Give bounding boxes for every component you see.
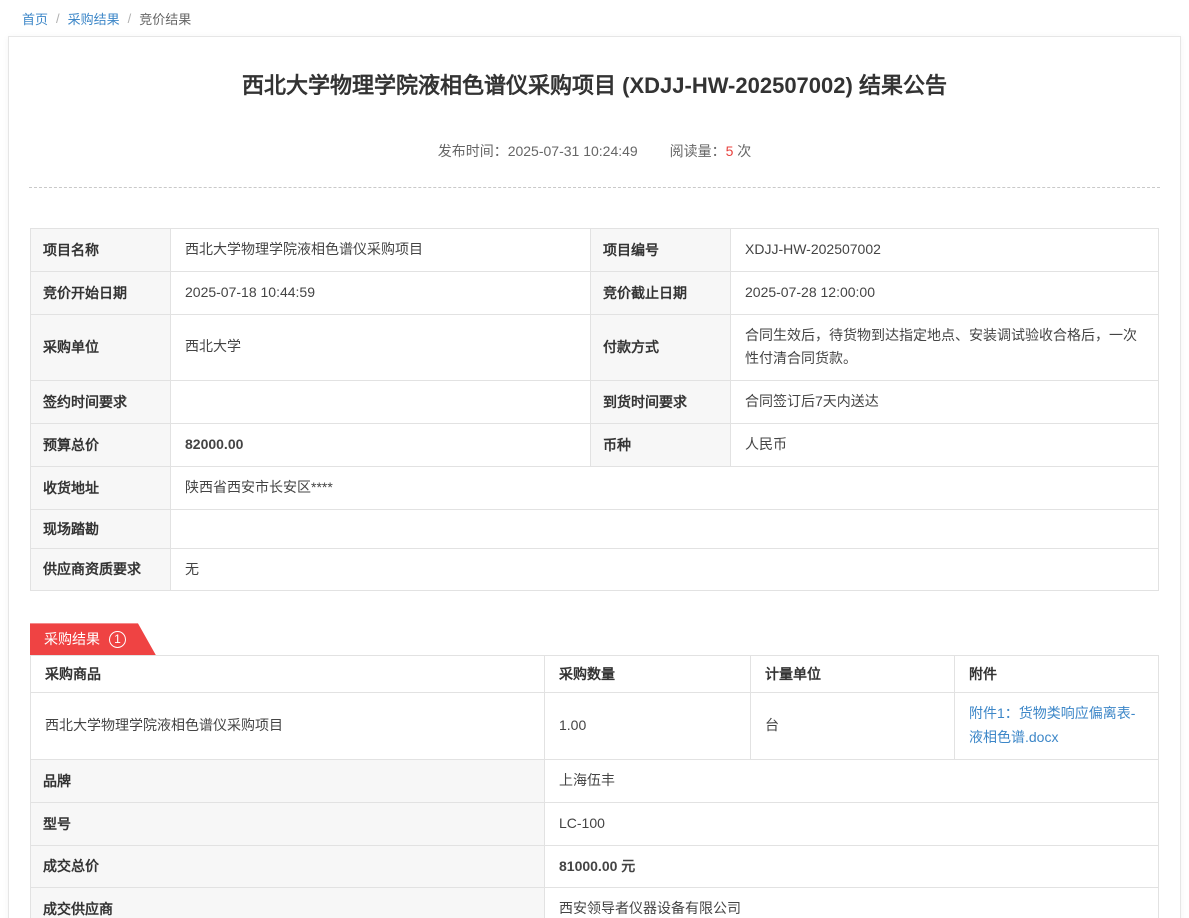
breadcrumb-separator: / [128,11,132,26]
header-divider [29,187,1160,188]
field-label: 采购单位 [31,314,171,381]
field-value: 合同签订后7天内送达 [731,381,1159,424]
views-count: 5 [726,143,734,159]
publish-time: 发布时间：2025-07-31 10:24:49 [438,143,638,159]
product-name: 西北大学物理学院液相色谱仪采购项目 [31,693,545,760]
table-row: 品牌 上海伍丰 [31,759,1159,802]
table-row: 预算总价 82000.00 币种 人民币 [31,423,1159,466]
field-value: 西北大学物理学院液相色谱仪采购项目 [171,229,591,272]
field-label: 预算总价 [31,423,171,466]
field-value: XDJJ-HW-202507002 [731,229,1159,272]
table-row: 供应商资质要求 无 [31,548,1159,591]
views: 阅读量：5 次 [670,143,752,159]
breadcrumb-separator: / [56,11,60,26]
purchase-result-tab-bar: 采购结果 1 [30,623,1159,655]
field-value: 陕西省西安市长安区**** [171,466,1159,509]
final-price-value: 81000.00 元 [545,845,1159,888]
purchase-result-tab-label: 采购结果 [44,629,100,649]
purchase-result-tab: 采购结果 1 [30,623,156,655]
supplier-value: 西安领导者仪器设备有限公司 [545,888,1159,918]
breadcrumb-home[interactable]: 首页 [22,9,48,28]
table-row: 签约时间要求 到货时间要求 合同签订后7天内送达 [31,381,1159,424]
breadcrumb: 首页 / 采购结果 / 竞价结果 [0,0,1189,36]
table-row: 成交总价 81000.00 元 [31,845,1159,888]
field-value: 西北大学 [171,314,591,381]
attachment-link[interactable]: 附件1：货物类响应偏离表-液相色谱.docx [969,705,1135,745]
field-label: 项目编号 [591,229,731,272]
field-label: 到货时间要求 [591,381,731,424]
purchase-result-table: 采购商品 采购数量 计量单位 附件 西北大学物理学院液相色谱仪采购项目 1.00… [30,655,1159,918]
field-label: 付款方式 [591,314,731,381]
project-info-table: 项目名称 西北大学物理学院液相色谱仪采购项目 项目编号 XDJJ-HW-2025… [30,228,1159,591]
field-label: 币种 [591,423,731,466]
column-header: 采购商品 [31,656,545,693]
product-row: 西北大学物理学院液相色谱仪采购项目 1.00 台 附件1：货物类响应偏离表-液相… [31,693,1159,760]
field-value: 2025-07-18 10:44:59 [171,271,591,314]
product-unit: 台 [751,693,955,760]
field-value [171,509,1159,548]
field-label: 成交总价 [31,845,545,888]
publish-meta: 发布时间：2025-07-31 10:24:49 阅读量：5 次 [29,141,1160,161]
column-header: 采购数量 [545,656,751,693]
publish-time-label: 发布时间： [438,143,508,159]
table-row: 采购单位 西北大学 付款方式 合同生效后，待货物到达指定地点、安装调试验收合格后… [31,314,1159,381]
field-value: 2025-07-28 12:00:00 [731,271,1159,314]
field-value [171,381,591,424]
field-label: 竞价开始日期 [31,271,171,314]
views-unit: 次 [737,143,751,159]
table-row: 项目名称 西北大学物理学院液相色谱仪采购项目 项目编号 XDJJ-HW-2025… [31,229,1159,272]
field-label: 项目名称 [31,229,171,272]
field-label: 成交供应商 [31,888,545,918]
result-count-badge: 1 [109,631,126,648]
field-value: 无 [171,548,1159,591]
budget-total-value: 82000.00 [171,423,591,466]
column-header: 计量单位 [751,656,955,693]
model-value: LC-100 [545,802,1159,845]
table-row: 成交供应商 西安领导者仪器设备有限公司 [31,888,1159,918]
field-label: 品牌 [31,759,545,802]
breadcrumb-bidding-results: 竞价结果 [139,9,191,28]
publish-time-value: 2025-07-31 10:24:49 [508,143,638,159]
field-label: 签约时间要求 [31,381,171,424]
announcement-card: 西北大学物理学院液相色谱仪采购项目 (XDJJ-HW-202507002) 结果… [8,36,1181,918]
field-label: 型号 [31,802,545,845]
page-title: 西北大学物理学院液相色谱仪采购项目 (XDJJ-HW-202507002) 结果… [29,71,1160,101]
field-label: 供应商资质要求 [31,548,171,591]
views-label: 阅读量： [670,143,726,159]
column-header: 附件 [955,656,1159,693]
product-quantity: 1.00 [545,693,751,760]
table-header-row: 采购商品 采购数量 计量单位 附件 [31,656,1159,693]
table-row: 竞价开始日期 2025-07-18 10:44:59 竞价截止日期 2025-0… [31,271,1159,314]
table-row: 型号 LC-100 [31,802,1159,845]
field-value: 合同生效后，待货物到达指定地点、安装调试验收合格后，一次性付清合同货款。 [731,314,1159,381]
table-row: 收货地址 陕西省西安市长安区**** [31,466,1159,509]
brand-value: 上海伍丰 [545,759,1159,802]
breadcrumb-purchase-results[interactable]: 采购结果 [68,9,120,28]
field-label: 竞价截止日期 [591,271,731,314]
field-label: 收货地址 [31,466,171,509]
field-label: 现场踏勘 [31,509,171,548]
field-value: 人民币 [731,423,1159,466]
table-row: 现场踏勘 [31,509,1159,548]
